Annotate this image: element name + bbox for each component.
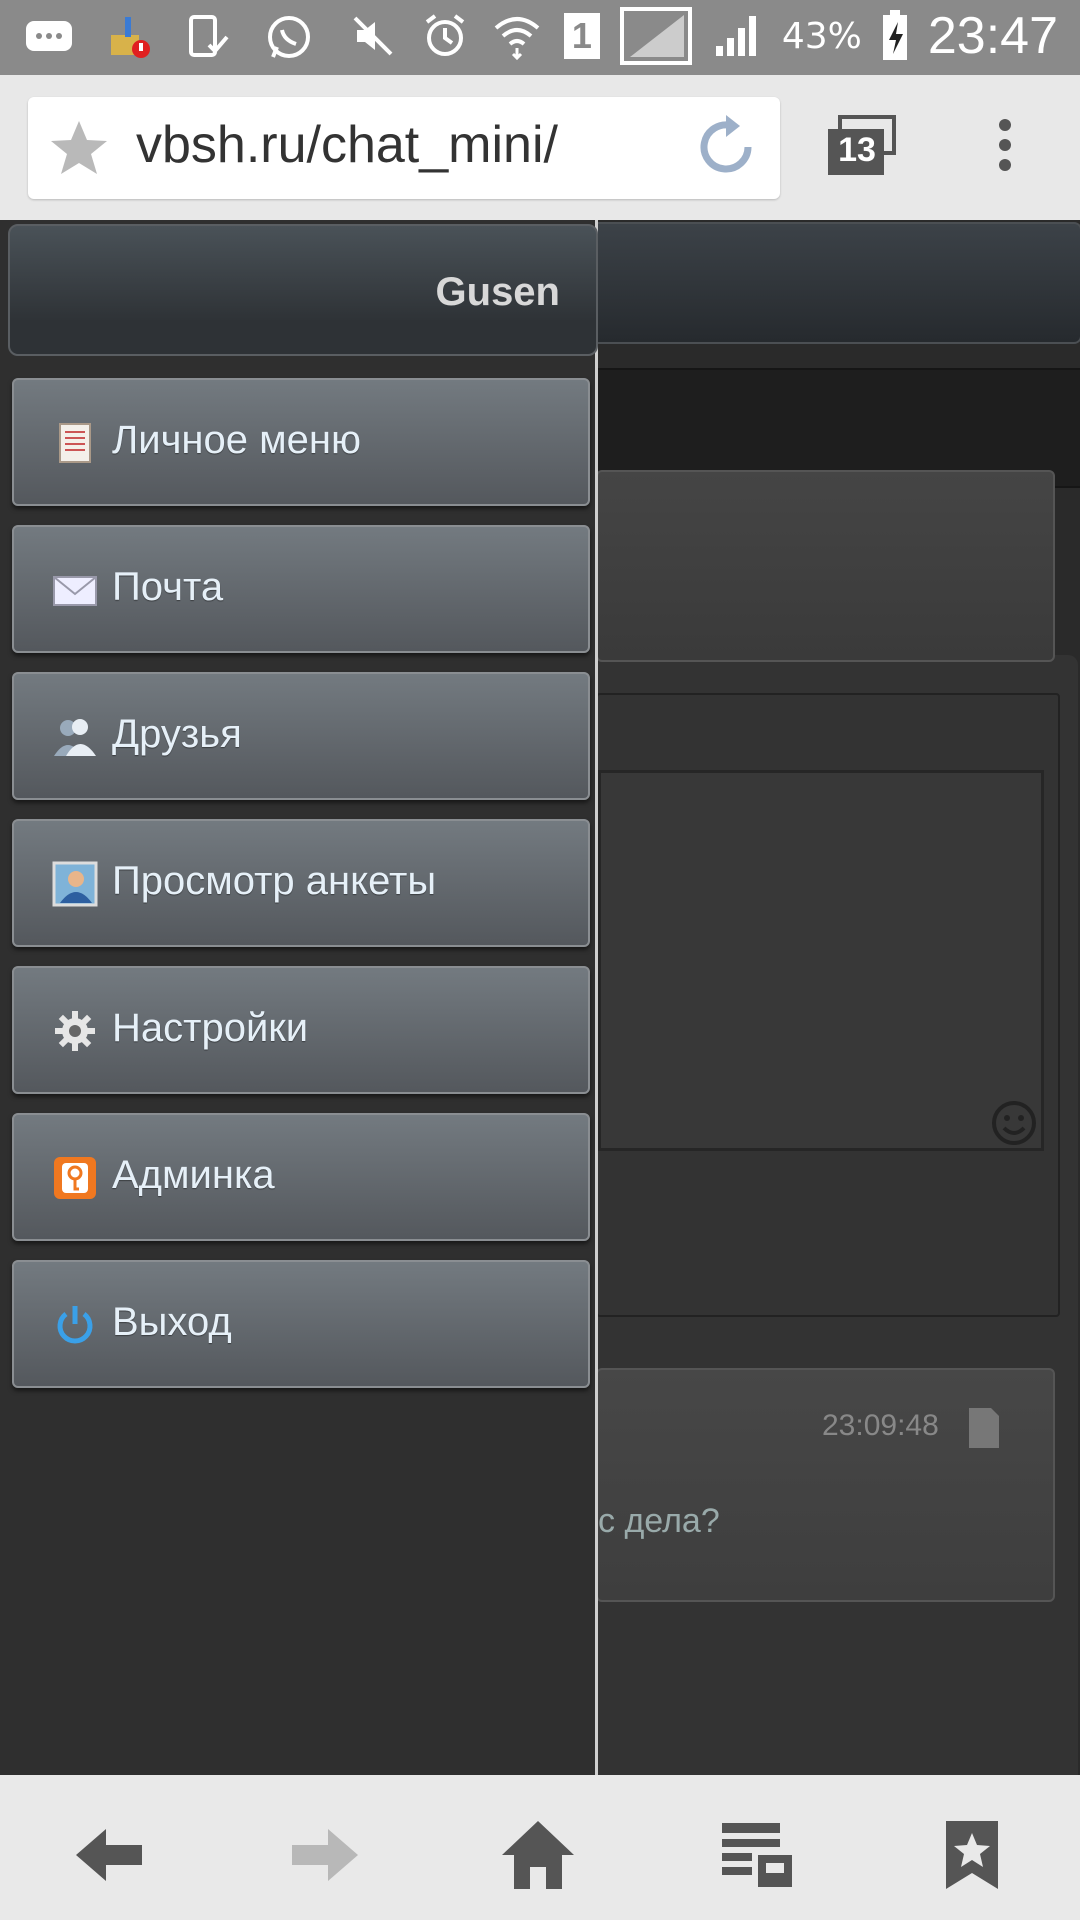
message-text: с дела? [598, 1502, 720, 1540]
back-icon[interactable] [70, 1815, 150, 1895]
message-time: 23:09:48 [822, 1409, 939, 1442]
browser-toolbar: vbsh.ru/chat_mini/ 13 [0, 75, 1080, 220]
battery-percent: 43% [781, 15, 862, 57]
profile-card-icon [52, 861, 98, 907]
cleaner-icon [102, 10, 156, 64]
username: Gusen [435, 270, 560, 314]
reading-list-icon[interactable] [716, 1815, 796, 1895]
home-icon[interactable] [498, 1815, 578, 1895]
status-bar: 1 43% 23:47 [0, 0, 1080, 75]
menu-item-personal[interactable]: Личное меню [12, 378, 590, 506]
smiley-icon[interactable] [990, 1099, 1038, 1147]
forward-icon[interactable] [284, 1815, 364, 1895]
menu-item-label: Друзья [112, 712, 242, 756]
browser-bottom-bar [0, 1775, 1080, 1920]
admin-key-icon [52, 1155, 98, 1201]
menu-item-friends[interactable]: Друзья [12, 672, 590, 800]
menu-item-label: Настройки [112, 1006, 309, 1050]
address-bar[interactable]: vbsh.ru/chat_mini/ [28, 97, 780, 199]
no-signal-icon [619, 7, 692, 65]
tab-count: 13 [838, 131, 876, 169]
envelope-icon [52, 567, 98, 613]
sim-slot-number: 1 [563, 13, 600, 59]
alarm-icon [418, 9, 472, 63]
message-icon [22, 10, 76, 64]
screen-check-icon [182, 10, 236, 64]
star-icon[interactable] [46, 115, 112, 181]
wifi-icon [490, 9, 544, 63]
clock-time: 23:47 [927, 7, 1058, 65]
side-drawer: Gusen Личное меню Почта Друзья Просмотр … [0, 220, 598, 1775]
menu-item-logout[interactable]: Выход [12, 1260, 590, 1388]
page-header [590, 222, 1080, 344]
power-icon [52, 1302, 98, 1348]
sim-icon: 1 [562, 9, 602, 63]
friends-icon [52, 714, 98, 760]
message-input[interactable] [598, 770, 1044, 1151]
signal-icon [710, 9, 764, 63]
url-text[interactable]: vbsh.ru/chat_mini/ [136, 115, 558, 175]
notepad-icon [52, 420, 98, 466]
drawer-header: Gusen [8, 224, 598, 356]
menu-item-settings[interactable]: Настройки [12, 966, 590, 1094]
menu-item-label: Просмотр анкеты [112, 859, 437, 903]
document-icon[interactable] [967, 1406, 1001, 1450]
more-icon[interactable] [990, 115, 1020, 185]
reload-icon[interactable] [690, 111, 762, 183]
menu-item-label: Выход [112, 1300, 232, 1344]
bookmarks-icon[interactable] [932, 1815, 1012, 1895]
battery-charging-icon [880, 9, 910, 63]
gear-icon [52, 1008, 98, 1054]
menu-item-label: Админка [112, 1153, 275, 1197]
chat-room-card[interactable] [596, 470, 1055, 662]
menu-item-label: Почта [112, 565, 224, 609]
menu-item-admin[interactable]: Админка [12, 1113, 590, 1241]
mute-icon [346, 9, 400, 63]
menu-item-mail[interactable]: Почта [12, 525, 590, 653]
menu-item-view-profile[interactable]: Просмотр анкеты [12, 819, 590, 947]
chat-message [596, 1368, 1055, 1602]
menu-item-label: Личное меню [112, 418, 361, 462]
tabs-icon[interactable]: 13 [826, 115, 896, 179]
whatsapp-icon [262, 10, 316, 64]
